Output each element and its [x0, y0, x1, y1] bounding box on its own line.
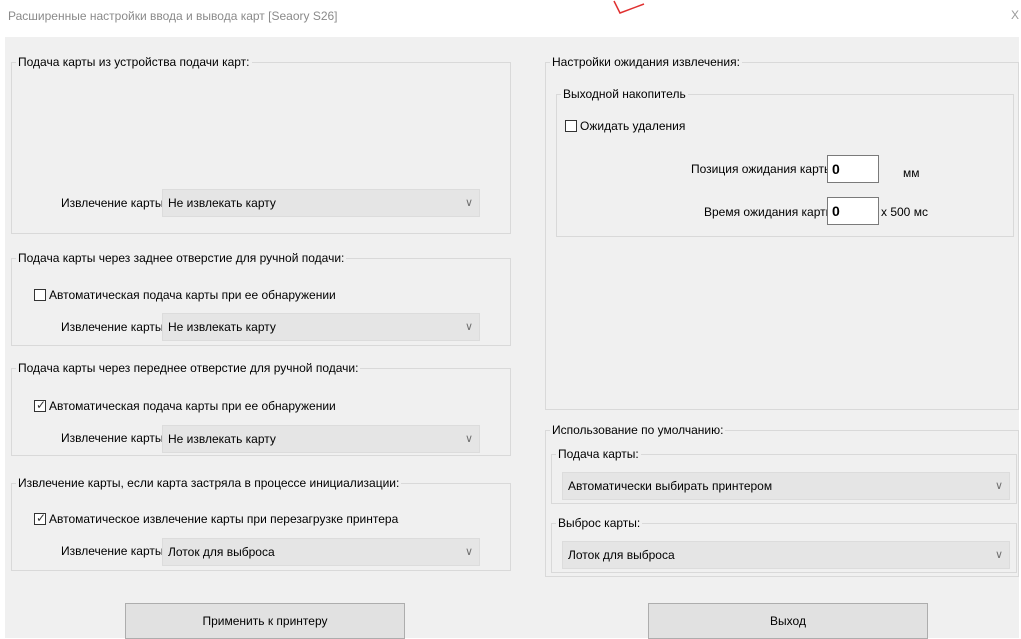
front-manual-group-legend: Подача карты через переднее отверстие дл…	[16, 361, 361, 375]
chevron-down-icon: ∨	[994, 480, 1003, 492]
feeder-eject-select[interactable]: Не извлекать карту ∨	[162, 189, 480, 217]
init-jam-group-legend: Извлечение карты, если карта застряла в …	[16, 476, 402, 490]
wait-time-label: Время ожидания карты:	[704, 205, 838, 219]
default-feed-value: Автоматически выбирать принтером	[568, 479, 773, 493]
defaults-legend: Использование по умолчанию:	[550, 423, 726, 437]
default-feed-select[interactable]: Автоматически выбирать принтером ∨	[562, 472, 1010, 500]
chevron-down-icon: ∨	[464, 197, 473, 209]
front-eject-select[interactable]: Не извлекать карту ∨	[162, 425, 480, 453]
init-auto-eject-checkbox[interactable]: ✓	[34, 511, 47, 525]
wait-position-label: Позиция ожидания карты:	[691, 162, 836, 176]
wait-time-input[interactable]: 0	[827, 197, 879, 225]
output-stacker-legend: Выходной накопитель	[561, 87, 688, 101]
rear-eject-select[interactable]: Не извлекать карту ∨	[162, 313, 480, 341]
default-feed-legend: Подача карты:	[556, 447, 641, 461]
front-eject-value: Не извлекать карту	[168, 432, 276, 446]
checkmark-icon: ✓	[36, 398, 47, 412]
chevron-down-icon: ∨	[464, 321, 473, 333]
init-eject-label: Извлечение карты:	[61, 544, 167, 558]
output-stacker-group: Выходной накопитель Ожидать удаления Поз…	[556, 87, 1014, 237]
wait-time-unit: x 500 мс	[881, 205, 928, 219]
wait-position-value: 0	[832, 161, 840, 177]
defaults-group: Использование по умолчанию: Подача карты…	[545, 423, 1019, 577]
front-eject-label: Извлечение карты:	[61, 431, 167, 445]
wait-time-value: 0	[832, 203, 840, 219]
init-eject-value: Лоток для выброса	[168, 545, 275, 559]
wait-position-unit: мм	[903, 166, 920, 180]
wait-removal-label[interactable]: Ожидать удаления	[580, 119, 685, 133]
wait-settings-group: Настройки ожидания извлечения: Выходной …	[545, 55, 1019, 410]
chevron-down-icon: ∨	[464, 546, 473, 558]
rear-manual-group: Подача карты через заднее отверстие для …	[11, 251, 511, 346]
default-eject-group: Выброс карты: Лоток для выброса ∨	[551, 516, 1017, 573]
rear-auto-feed-checkbox[interactable]	[34, 289, 46, 301]
rear-manual-group-legend: Подача карты через заднее отверстие для …	[16, 251, 347, 265]
feeder-group-legend: Подача карты из устройства подачи карт:	[16, 55, 252, 69]
front-manual-group: Подача карты через переднее отверстие дл…	[11, 361, 511, 456]
default-eject-value: Лоток для выброса	[568, 548, 675, 562]
init-jam-group: Извлечение карты, если карта застряла в …	[11, 476, 511, 571]
title-bar: Расширенные настройки ввода и вывода кар…	[0, 0, 1021, 32]
chevron-down-icon: ∨	[464, 433, 473, 445]
front-auto-feed-checkbox[interactable]: ✓	[34, 398, 47, 412]
wait-position-input[interactable]: 0	[827, 155, 879, 183]
rear-auto-feed-label[interactable]: Автоматическая подача карты при ее обнар…	[49, 288, 336, 302]
default-eject-select[interactable]: Лоток для выброса ∨	[562, 541, 1010, 569]
close-icon[interactable]: X	[1011, 8, 1019, 22]
annotation-arrow-icon	[613, 0, 645, 14]
feeder-eject-value: Не извлекать карту	[168, 196, 276, 210]
init-eject-select[interactable]: Лоток для выброса ∨	[162, 538, 480, 566]
init-auto-eject-label[interactable]: Автоматическое извлечение карты при пере…	[49, 512, 398, 526]
chevron-down-icon: ∨	[994, 549, 1003, 561]
front-auto-feed-label[interactable]: Автоматическая подача карты при ее обнар…	[49, 399, 336, 413]
default-feed-group: Подача карты: Автоматически выбирать при…	[551, 447, 1017, 504]
dialog-body: Подача карты из устройства подачи карт: …	[5, 37, 1019, 639]
rear-eject-label: Извлечение карты:	[61, 320, 167, 334]
wait-settings-legend: Настройки ожидания извлечения:	[550, 55, 742, 69]
feeder-group: Подача карты из устройства подачи карт: …	[11, 55, 511, 234]
window-title: Расширенные настройки ввода и вывода кар…	[8, 9, 338, 23]
apply-to-printer-button[interactable]: Применить к принтеру	[125, 603, 405, 639]
checkmark-icon: ✓	[36, 511, 47, 525]
wait-removal-checkbox[interactable]	[565, 120, 577, 132]
exit-button[interactable]: Выход	[648, 603, 928, 639]
feeder-eject-label: Извлечение карты:	[61, 196, 167, 210]
default-eject-legend: Выброс карты:	[556, 516, 643, 530]
rear-eject-value: Не извлекать карту	[168, 320, 276, 334]
